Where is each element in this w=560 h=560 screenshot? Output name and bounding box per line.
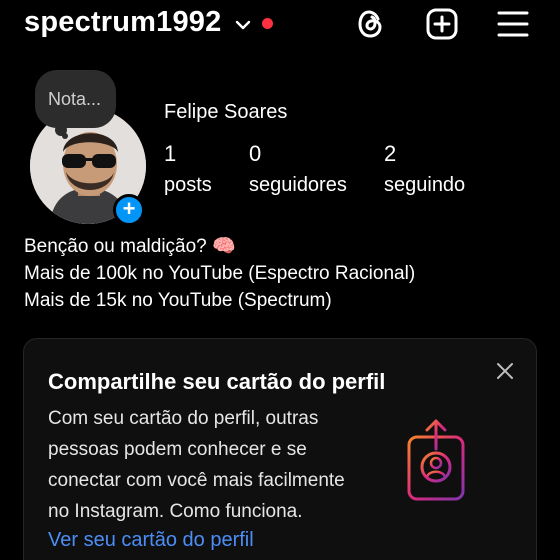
stat-following[interactable]: 2 seguindo <box>384 141 465 197</box>
stat-followers[interactable]: 0 seguidores <box>249 141 347 197</box>
card-text-line: pessoas podem conhecer e se <box>48 439 307 460</box>
bio-line: Benção ou maldição? 🧠 <box>24 236 236 257</box>
note-bubble[interactable]: Nota... <box>35 70 116 128</box>
card-text-line: conectar com você mais facilmente <box>48 470 345 491</box>
stat-label: seguindo <box>384 174 466 196</box>
bio-line: Mais de 15k no YouTube (Spectrum) <box>24 290 332 311</box>
stat-label: seguidores <box>249 174 347 196</box>
share-profile-card-icon <box>407 419 465 501</box>
bio: Benção ou maldição? 🧠 Mais de 100k no Yo… <box>24 233 415 314</box>
top-bar: spectrum1992 <box>0 0 560 50</box>
stat-value: 2 <box>384 141 397 166</box>
menu-icon[interactable] <box>496 7 530 41</box>
stat-label: posts <box>164 174 212 196</box>
username[interactable]: spectrum1992 <box>24 6 221 39</box>
notification-dot <box>262 18 273 29</box>
add-story-plus-icon[interactable]: + <box>113 194 145 226</box>
profile-card-suggestion: Compartilhe seu cartão do perfil Com seu… <box>23 338 537 560</box>
stat-value: 1 <box>164 141 177 166</box>
stat-value: 0 <box>249 141 262 166</box>
chevron-down-icon[interactable] <box>233 15 253 35</box>
add-post-icon[interactable] <box>425 7 459 41</box>
card-description: Com seu cartão do perfil, outras pessoas… <box>48 403 388 527</box>
stat-posts[interactable]: 1 posts <box>164 141 212 197</box>
card-text-line: no Instagram. Como funciona. <box>48 501 303 522</box>
card-text-line: Com seu cartão do perfil, outras <box>48 408 319 429</box>
threads-icon[interactable] <box>354 7 388 41</box>
bio-line: Mais de 100k no YouTube (Espectro Racion… <box>24 263 416 284</box>
card-title: Compartilhe seu cartão do perfil <box>48 369 386 394</box>
view-profile-card-link[interactable]: Ver seu cartão do perfil <box>48 529 254 552</box>
note-tail-small <box>62 133 68 139</box>
full-name: Felipe Soares <box>164 101 288 123</box>
close-icon[interactable] <box>495 361 515 381</box>
